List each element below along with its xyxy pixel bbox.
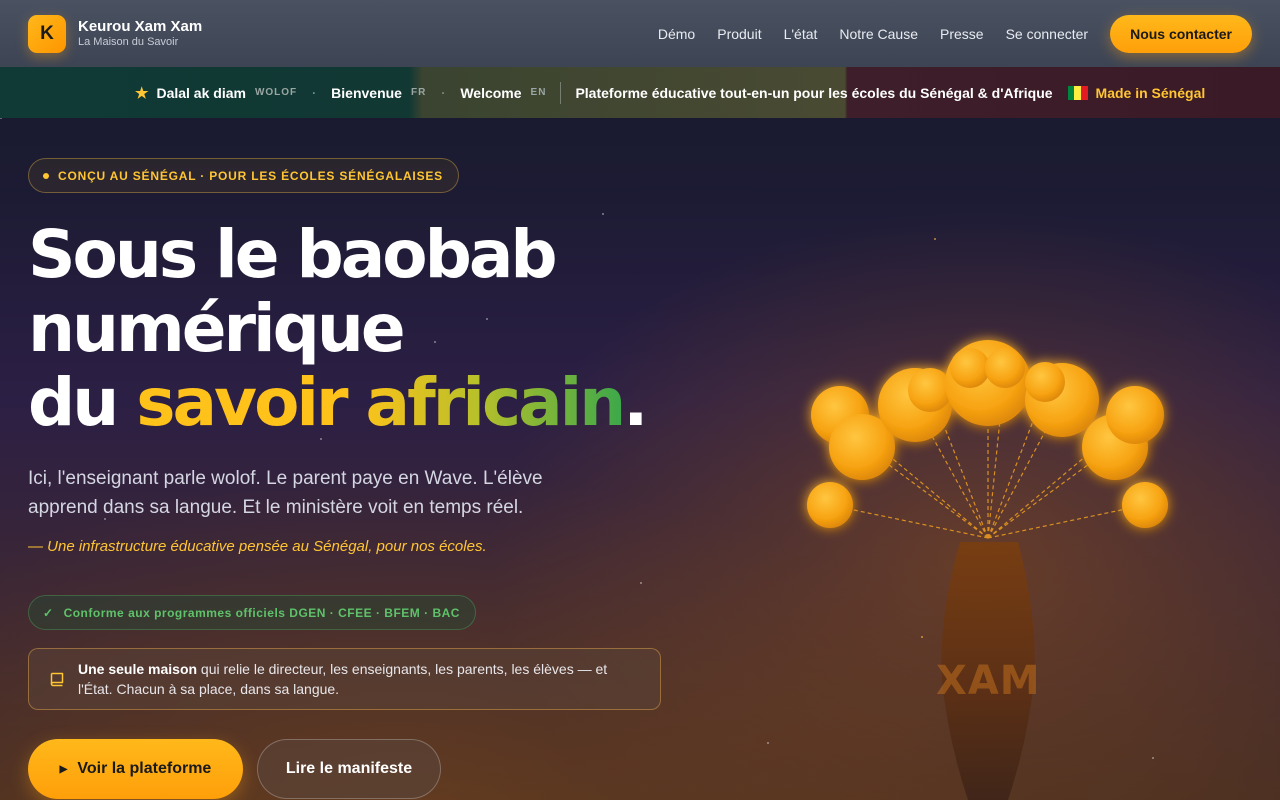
logo-letter: K: [40, 22, 54, 44]
nav-notre-cause[interactable]: Notre Cause: [839, 26, 918, 42]
play-icon: ▶: [59, 763, 68, 775]
maison-text: Une seule maison qui relie le directeur,…: [78, 659, 640, 699]
nav-letat[interactable]: L'état: [784, 26, 818, 42]
greeting-en: Welcome: [460, 84, 522, 101]
hero-quote: — Une infrastructure éducative pensée au…: [28, 538, 487, 555]
brand[interactable]: Keurou Xam Xam La Maison du Savoir: [78, 18, 202, 49]
badge-text: CONÇU AU SÉNÉGAL · POUR LES ÉCOLES SÉNÉG…: [58, 168, 443, 183]
senegal-flag-icon: [1067, 85, 1088, 100]
dot-separator: ·: [441, 85, 446, 100]
illustration-label: XAM: [936, 658, 1041, 704]
divider: [560, 81, 562, 104]
logo-icon[interactable]: K: [28, 14, 66, 53]
nav-demo[interactable]: Démo: [658, 26, 695, 42]
origin-badge: CONÇU AU SÉNÉGAL · POUR LES ÉCOLES SÉNÉG…: [28, 158, 459, 193]
strip-tagline: Plateforme éducative tout-en-un pour les…: [575, 84, 1053, 101]
maison-callout: Une seule maison qui relie le directeur,…: [28, 648, 661, 710]
star-icon: ★: [135, 84, 149, 102]
main-nav: Démo Produit L'état Notre Cause Presse S…: [658, 14, 1252, 53]
read-manifesto-button[interactable]: Lire le manifeste: [257, 739, 441, 799]
view-platform-label: Voir la plateforme: [77, 760, 212, 777]
view-platform-button[interactable]: ▶ Voir la plateforme: [28, 739, 243, 799]
title-line-2: numérique: [28, 290, 406, 367]
baobab-illustration: [807, 340, 1168, 800]
maison-bold: Une seule maison: [78, 661, 198, 677]
title-period: .: [623, 364, 648, 441]
conformity-text: Conforme aux programmes officiels DGEN ·…: [63, 605, 460, 620]
greeting-fr: Bienvenue: [331, 84, 402, 101]
lang-tag-en: EN: [530, 87, 547, 98]
top-header: K Keurou Xam Xam La Maison du Savoir Dém…: [0, 0, 1280, 67]
title-line-3-prefix: du: [28, 364, 137, 441]
nav-login[interactable]: Se connecter: [1006, 26, 1089, 42]
contact-button[interactable]: Nous contacter: [1110, 14, 1252, 53]
lang-tag-fr: FR: [410, 87, 427, 98]
dot-separator: ·: [312, 85, 317, 100]
greeting-strip: ★ Dalal ak diam WOLOF · Bienvenue FR · W…: [0, 67, 1280, 118]
book-icon: [50, 672, 64, 687]
conformity-badge: ✓ Conforme aux programmes officiels DGEN…: [28, 595, 476, 630]
title-line-1: Sous le baobab: [28, 216, 558, 293]
lang-tag-wolof: WOLOF: [254, 87, 298, 98]
brand-name: Keurou Xam Xam: [78, 17, 203, 35]
check-icon: ✓: [43, 605, 54, 620]
hero-title: Sous le baobab numérique du savoir afric…: [28, 218, 748, 440]
badge-dot-icon: [43, 172, 49, 179]
title-highlight: savoir africain: [136, 364, 626, 441]
brand-tagline: La Maison du Savoir: [78, 35, 179, 48]
nav-presse[interactable]: Presse: [940, 26, 984, 42]
hero-lead: Ici, l'enseignant parle wolof. Le parent…: [28, 468, 543, 518]
made-in-label: Made in Sénégal: [1095, 84, 1206, 101]
nav-produit[interactable]: Produit: [717, 26, 761, 42]
greeting-wolof: Dalal ak diam: [156, 84, 246, 101]
